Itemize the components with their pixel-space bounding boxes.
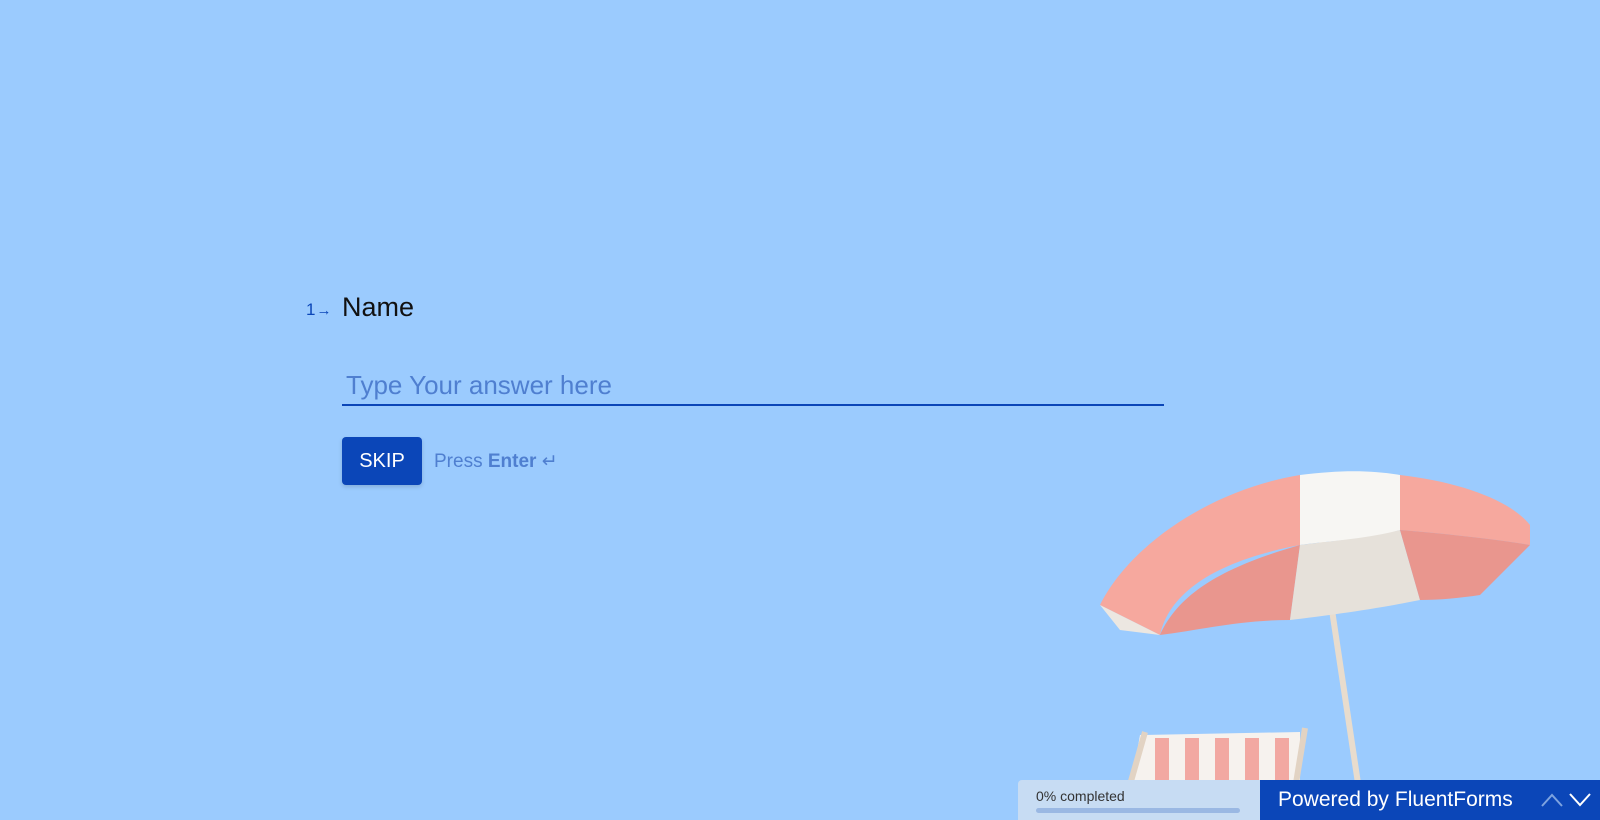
hint-prefix: Press (434, 450, 483, 472)
beach-umbrella-illustration (1100, 471, 1530, 820)
progress-bar (1036, 808, 1240, 813)
form-footer: 0% completed Powered by FluentForms (1018, 780, 1600, 820)
arrow-right-icon: → (316, 301, 332, 319)
question-number-text: 1 (306, 300, 316, 319)
answer-input[interactable] (342, 366, 1164, 406)
skip-button[interactable]: SKIP (342, 437, 422, 485)
chevron-up-icon[interactable] (1538, 786, 1566, 814)
brand-name[interactable]: FluentForms (1395, 788, 1513, 812)
umbrella-canopy-icon (1100, 471, 1530, 635)
question-number: 1 → (306, 300, 331, 320)
progress-text: 0% completed (1036, 788, 1125, 804)
chevron-down-icon[interactable] (1566, 786, 1594, 814)
powered-by-text: Powered by (1278, 788, 1389, 811)
progress-panel: 0% completed (1018, 780, 1260, 820)
enter-hint: Press Enter ↵ (434, 450, 558, 473)
powered-by-bar: Powered by FluentForms (1260, 780, 1600, 820)
enter-icon: ↵ (541, 450, 558, 472)
nav-buttons (1538, 786, 1594, 814)
question-title: Name (342, 292, 415, 322)
hint-key: Enter (487, 450, 537, 472)
question-actions: SKIP Press Enter ↵ (342, 437, 558, 485)
